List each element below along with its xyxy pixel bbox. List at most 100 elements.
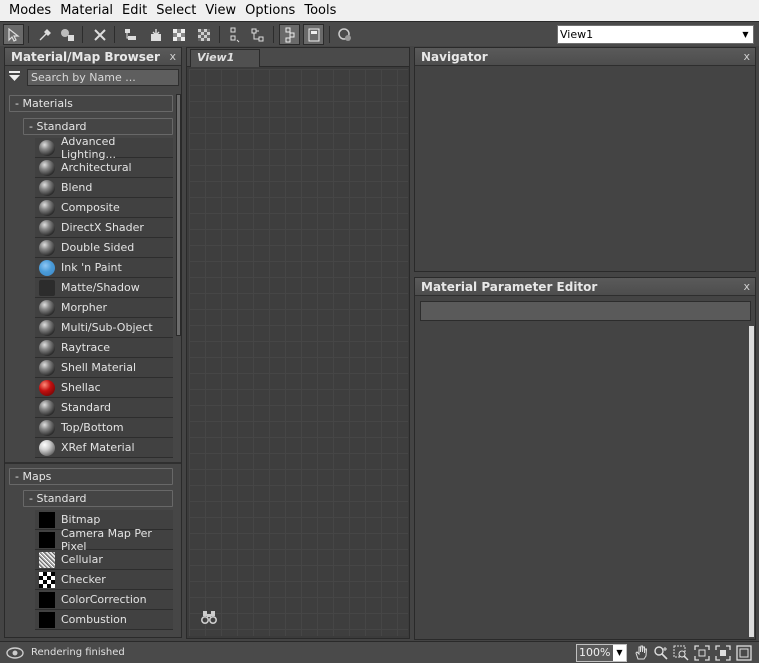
- material-item[interactable]: Ink 'n Paint: [35, 258, 173, 278]
- render-settings-icon[interactable]: [334, 24, 355, 45]
- layout-icon[interactable]: [120, 24, 141, 45]
- background-icon[interactable]: [168, 24, 189, 45]
- put-to-library-icon[interactable]: [145, 24, 166, 45]
- zoom-extents-selected-icon[interactable]: [714, 645, 732, 661]
- material-sphere-icon: [39, 339, 55, 356]
- zoom-extents-icon[interactable]: [693, 645, 711, 661]
- scrollbar-thumb[interactable]: [176, 94, 181, 336]
- parameter-editor-toggle-icon[interactable]: [303, 24, 324, 45]
- close-icon[interactable]: x: [743, 48, 750, 66]
- map-item-label: Checker: [61, 573, 106, 586]
- material-item[interactable]: Multi/Sub-Object: [35, 318, 173, 338]
- select-arrow-icon[interactable]: [3, 24, 24, 45]
- chevron-down-icon: ▼: [613, 645, 626, 661]
- map-item[interactable]: ColorCorrection: [35, 590, 173, 610]
- material-item-label: XRef Material: [61, 441, 135, 454]
- maps-group-header[interactable]: - Maps: [9, 468, 173, 485]
- materials-standard-header[interactable]: - Standard: [23, 118, 173, 135]
- menu-tools[interactable]: Tools: [299, 0, 340, 21]
- zoom-icon[interactable]: [652, 645, 670, 661]
- show-map-icon[interactable]: [224, 24, 245, 45]
- view-tab-bar: View1: [187, 48, 409, 67]
- material-item[interactable]: Morpher: [35, 298, 173, 318]
- view-select-value: View1: [560, 28, 594, 41]
- browser-title: Material/Map Browser x: [5, 48, 181, 66]
- material-item-label: Advanced Lighting...: [61, 134, 116, 161]
- map-item-label: Bitmap: [61, 513, 101, 526]
- material-item[interactable]: Blend: [35, 178, 173, 198]
- eyedropper-icon[interactable]: [34, 24, 55, 45]
- checker-background-icon[interactable]: [193, 24, 214, 45]
- node-view-canvas[interactable]: [189, 69, 408, 636]
- menu-view[interactable]: View: [200, 0, 240, 21]
- maps-standard-header[interactable]: - Standard: [23, 490, 173, 507]
- material-item-label: Shellac: [61, 381, 101, 394]
- material-sphere-icon: [39, 139, 55, 156]
- navigator-panel: Navigator x: [414, 47, 756, 272]
- material-sphere-icon: [39, 299, 55, 316]
- menu-modes[interactable]: Modes: [0, 0, 55, 21]
- material-item[interactable]: Shellac: [35, 378, 173, 398]
- toolbar-separator: [219, 26, 220, 43]
- material-item[interactable]: Raytrace: [35, 338, 173, 358]
- zoom-region-icon[interactable]: [672, 645, 690, 661]
- delete-icon[interactable]: [89, 24, 110, 45]
- toolbar-separator: [114, 26, 115, 43]
- material-item[interactable]: Standard: [35, 398, 173, 418]
- map-item-label: ColorCorrection: [61, 593, 147, 606]
- section-divider: [5, 462, 181, 464]
- material-name-field[interactable]: [420, 301, 751, 321]
- binoculars-icon[interactable]: [200, 610, 218, 628]
- search-input[interactable]: [27, 68, 179, 86]
- menu-material[interactable]: Material: [55, 0, 117, 21]
- status-bar: Rendering finished 100% ▼: [0, 641, 759, 663]
- close-icon[interactable]: x: [169, 48, 176, 66]
- navigator-toggle-icon[interactable]: [279, 24, 300, 45]
- material-item[interactable]: Architectural: [35, 158, 173, 178]
- material-sphere-icon: [39, 399, 55, 416]
- map-item[interactable]: Checker: [35, 570, 173, 590]
- main-toolbar: View1 ▼: [0, 21, 759, 46]
- pan-hand-icon[interactable]: [632, 645, 650, 661]
- view-select-dropdown[interactable]: View1 ▼: [557, 25, 754, 44]
- map-swatch-icon: [39, 511, 55, 528]
- material-item[interactable]: Top/Bottom: [35, 418, 173, 438]
- material-item[interactable]: Double Sided: [35, 238, 173, 258]
- material-item-label: Top/Bottom: [61, 421, 124, 434]
- material-sphere-icon: [39, 179, 55, 196]
- material-item[interactable]: Shell Material: [35, 358, 173, 378]
- material-item-label: Composite: [61, 201, 120, 214]
- assign-material-icon[interactable]: [57, 24, 78, 45]
- frame-view-icon[interactable]: [735, 645, 753, 661]
- material-item[interactable]: Composite: [35, 198, 173, 218]
- zoom-dropdown[interactable]: 100% ▼: [576, 644, 627, 662]
- materials-group-header[interactable]: - Materials: [9, 95, 173, 112]
- material-item-label: Ink 'n Paint: [61, 261, 122, 274]
- map-item[interactable]: Camera Map Per Pixel: [35, 527, 173, 553]
- browser-scrollbar[interactable]: [174, 94, 181, 336]
- editor-title: Material Parameter Editor x: [415, 278, 755, 296]
- hierarchy-icon[interactable]: [247, 24, 268, 45]
- material-sphere-icon: [39, 219, 55, 236]
- filter-icon[interactable]: [9, 70, 27, 84]
- map-item-label: Combustion: [61, 613, 127, 626]
- menu-options[interactable]: Options: [240, 0, 299, 21]
- material-item-label: Matte/Shadow: [61, 281, 140, 294]
- material-item[interactable]: XRef Material: [35, 438, 173, 458]
- tab-view1[interactable]: View1: [190, 49, 260, 67]
- map-item[interactable]: Combustion: [35, 610, 173, 630]
- material-item-label: Blend: [61, 181, 93, 194]
- map-swatch-icon: [39, 279, 55, 296]
- editor-scrollbar[interactable]: [749, 326, 754, 637]
- material-item[interactable]: Matte/Shadow: [35, 278, 173, 298]
- toolbar-separator: [329, 26, 330, 43]
- map-item[interactable]: Cellular: [35, 550, 173, 570]
- material-item[interactable]: Advanced Lighting...: [35, 134, 173, 161]
- close-icon[interactable]: x: [743, 278, 750, 296]
- menu-select[interactable]: Select: [151, 0, 200, 21]
- menu-edit[interactable]: Edit: [117, 0, 151, 21]
- render-status-icon: [6, 645, 24, 660]
- map-swatch-icon: [39, 611, 55, 628]
- material-item[interactable]: DirectX Shader: [35, 218, 173, 238]
- navigator-title: Navigator x: [415, 48, 755, 66]
